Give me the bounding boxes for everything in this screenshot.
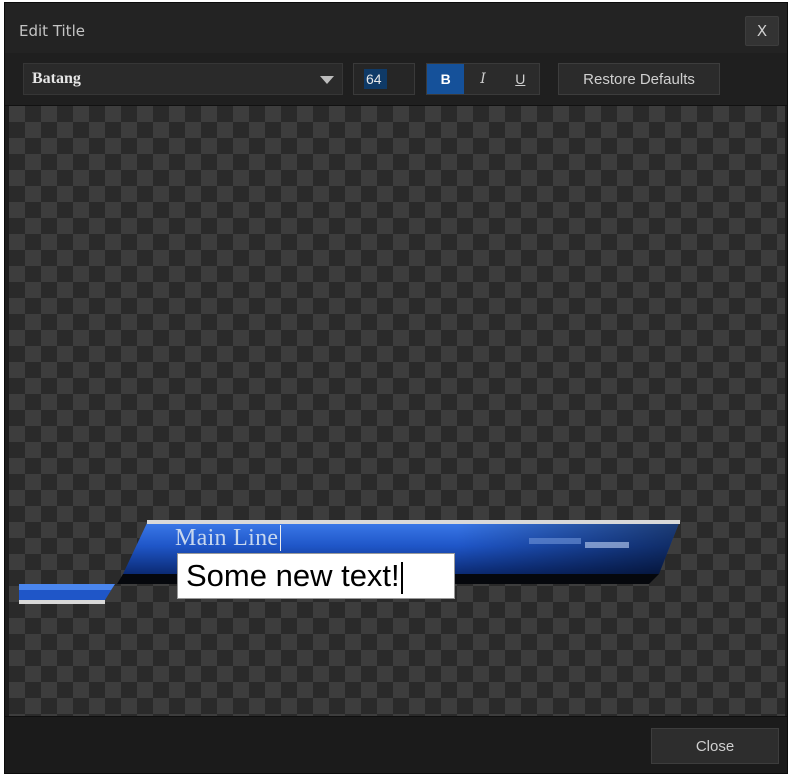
font-size-input[interactable]: 64: [353, 63, 415, 95]
close-button[interactable]: Close: [651, 728, 779, 764]
title-preview-canvas[interactable]: Main Line Some new text!: [9, 106, 785, 718]
edit-title-dialog: Edit Title X Batang 64 B I U Restore Def…: [4, 2, 788, 774]
title-bar: Edit Title X: [5, 3, 787, 53]
italic-button[interactable]: I: [464, 64, 501, 94]
title-text-editor[interactable]: Some new text!: [177, 553, 455, 599]
dialog-title: Edit Title: [19, 22, 85, 40]
accent-bar: [19, 584, 115, 604]
font-family-value: Batang: [32, 70, 81, 87]
restore-defaults-button[interactable]: Restore Defaults: [558, 63, 720, 95]
text-style-group: B I U: [426, 63, 540, 95]
lower-third-graphic: [19, 520, 680, 604]
underline-button[interactable]: U: [502, 64, 539, 94]
text-cursor: [400, 561, 403, 594]
dialog-footer: Close: [5, 716, 787, 773]
chevron-down-icon: [320, 76, 334, 84]
main-line-text[interactable]: Main Line: [175, 525, 282, 551]
font-family-select[interactable]: Batang: [23, 63, 343, 95]
font-size-value: 64: [364, 69, 387, 89]
formatting-toolbar: Batang 64 B I U Restore Defaults: [5, 53, 787, 106]
editor-text: Some new text!: [186, 558, 400, 593]
close-x-button[interactable]: X: [745, 16, 779, 46]
bold-button[interactable]: B: [427, 64, 465, 94]
